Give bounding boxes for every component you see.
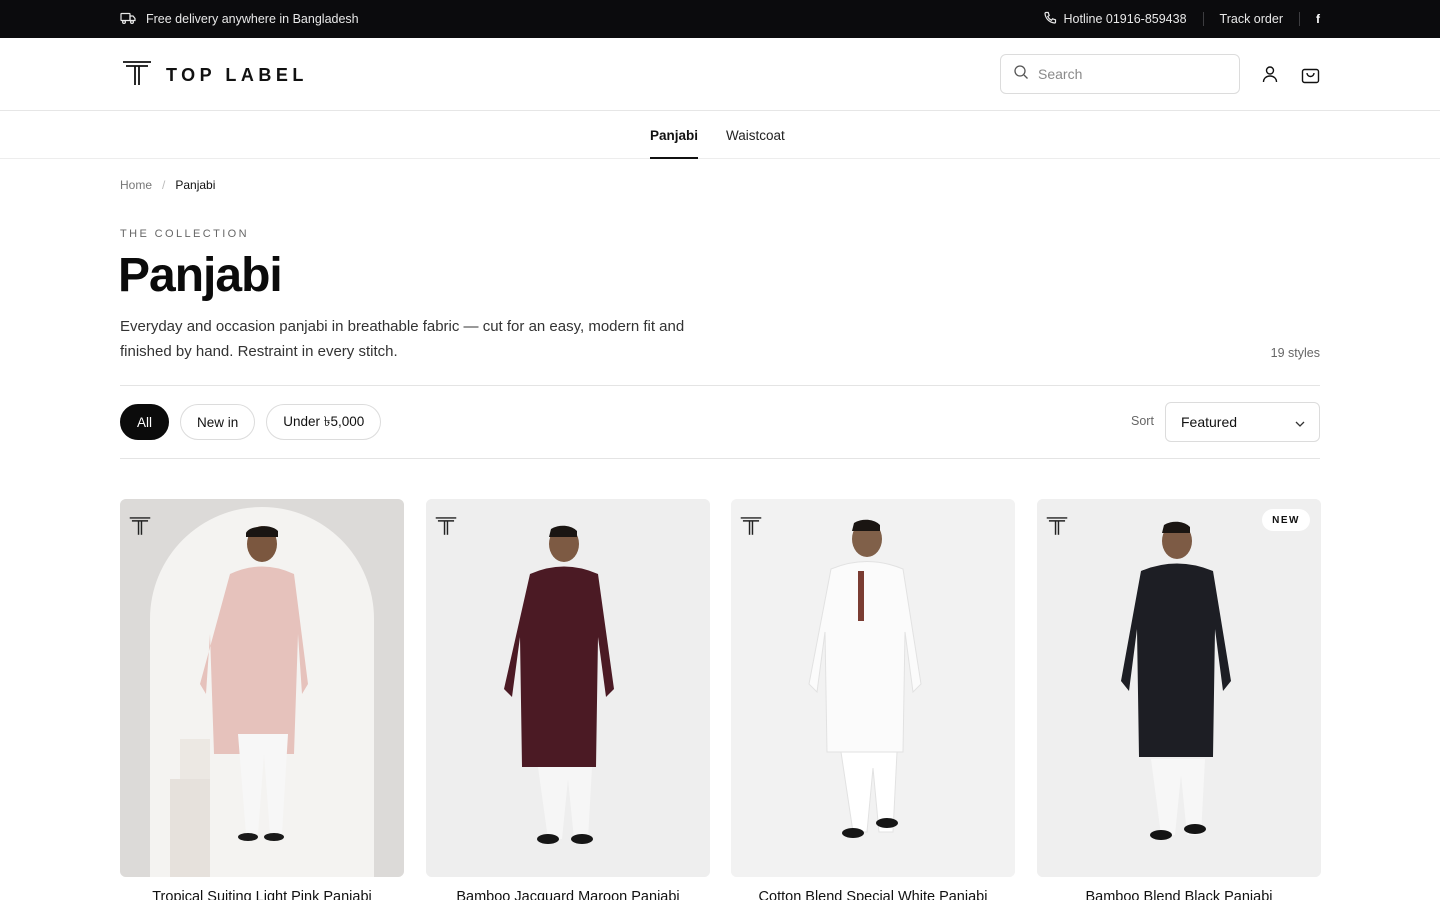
search-icon (1013, 64, 1029, 85)
product-card[interactable]: Tropical Suiting Light Pink Panjabi (120, 499, 404, 900)
account-icon[interactable] (1259, 63, 1281, 85)
category-nav: Panjabi Waistcoat (0, 111, 1440, 159)
phone-icon (1043, 11, 1057, 28)
hotline-text: Hotline 01916-859438 (1063, 12, 1187, 26)
tab-panjabi[interactable]: Panjabi (650, 111, 699, 159)
search-input[interactable] (1038, 66, 1218, 82)
logo-mark-icon (740, 516, 762, 541)
search-box[interactable] (1000, 54, 1240, 94)
breadcrumb-home[interactable]: Home (120, 178, 152, 192)
sort-value: Featured (1181, 414, 1238, 430)
sort-select[interactable]: Featured (1165, 402, 1320, 442)
product-card[interactable]: Bamboo Jacquard Maroon Panjabi (426, 499, 710, 900)
delivery-notice: Free delivery anywhere in Bangladesh (120, 0, 359, 38)
product-name[interactable]: Cotton Blend Special White Panjabi (731, 889, 1015, 900)
filter-chip-new-in[interactable]: New in (180, 404, 256, 440)
breadcrumb-current: Panjabi (175, 178, 216, 192)
product-card[interactable]: Cotton Blend Special White Panjabi (731, 499, 1015, 900)
divider (120, 385, 1320, 386)
product-name[interactable]: Bamboo Blend Black Panjabi (1037, 889, 1321, 900)
product-image[interactable] (731, 499, 1015, 877)
logo-mark-icon (1046, 516, 1068, 541)
divider (120, 458, 1320, 459)
site-header: TOP LABEL (0, 38, 1440, 111)
brand-name: TOP LABEL (166, 65, 308, 85)
truck-icon (120, 11, 136, 28)
product-name[interactable]: Bamboo Jacquard Maroon Panjabi (426, 889, 710, 900)
breadcrumb: Home / Panjabi (120, 178, 215, 192)
delivery-text: Free delivery anywhere in Bangladesh (146, 12, 359, 26)
page-title: Panjabi (118, 249, 283, 302)
collection-eyebrow: THE COLLECTION (120, 228, 249, 240)
track-order-link[interactable]: Track order (1220, 12, 1283, 26)
logo-mark-icon (122, 60, 152, 91)
breadcrumb-separator: / (162, 178, 166, 192)
filter-chip-under-5000[interactable]: Under ৳5,000 (266, 404, 382, 440)
divider (1202, 12, 1204, 26)
sort-label: Sort (1131, 414, 1154, 428)
product-image[interactable]: NEW (1037, 499, 1321, 877)
logo-mark-icon (129, 516, 151, 541)
new-badge: NEW (1262, 509, 1310, 531)
style-count: 19 styles (1270, 346, 1320, 360)
facebook-icon[interactable]: f (1316, 12, 1320, 26)
chevron-down-icon (1295, 414, 1305, 430)
filter-chips: All New in Under ৳5,000 (120, 404, 382, 440)
product-card[interactable]: NEW Bamboo Blend Black Panjabi (1037, 499, 1321, 900)
collection-description: Everyday and occasion panjabi in breatha… (120, 318, 685, 360)
hotline[interactable]: Hotline 01916-859438 (1043, 11, 1187, 28)
product-image[interactable] (120, 499, 404, 877)
logo-mark-icon (435, 516, 457, 541)
filter-chip-all[interactable]: All (120, 404, 170, 440)
tab-waistcoat[interactable]: Waistcoat (726, 111, 785, 159)
product-name[interactable]: Tropical Suiting Light Pink Panjabi (120, 889, 404, 900)
cart-icon[interactable] (1299, 63, 1321, 85)
brand-logo[interactable]: TOP LABEL (122, 60, 308, 91)
announcement-bar: Free delivery anywhere in Bangladesh Hot… (0, 0, 1440, 38)
product-image[interactable] (426, 499, 710, 877)
divider (1299, 12, 1300, 26)
